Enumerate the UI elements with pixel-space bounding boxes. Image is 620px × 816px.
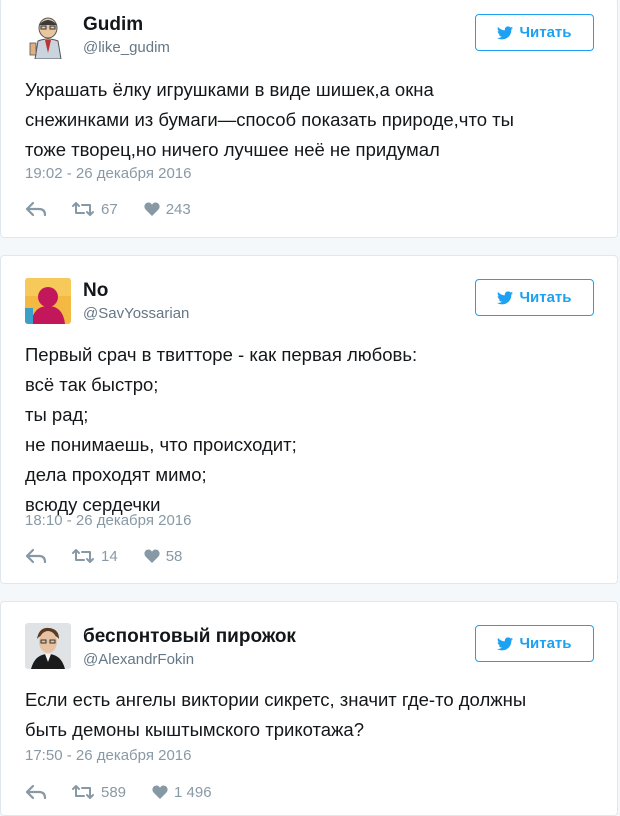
like-button[interactable]: 243 <box>144 201 191 218</box>
tweet-timestamp[interactable]: 19:02 - 26 декабря 2016 <box>25 165 191 182</box>
follow-button-label: Читать <box>519 24 572 41</box>
tweet-actions: 14 58 <box>25 545 182 567</box>
author-handle[interactable]: @like_gudim <box>83 39 170 56</box>
avatar-photo-image <box>25 623 71 669</box>
author-name[interactable]: беспонтовый пирожок <box>83 626 296 648</box>
retweet-button[interactable]: 14 <box>71 548 118 565</box>
avatar[interactable] <box>25 623 71 669</box>
like-button[interactable]: 1 496 <box>152 784 212 801</box>
like-count: 243 <box>165 200 191 218</box>
retweet-icon <box>72 549 94 563</box>
twitter-bird-icon <box>497 290 514 304</box>
author-name[interactable]: Gudim <box>83 14 143 36</box>
reply-button[interactable] <box>25 201 47 217</box>
tweet-feed: Gudim @like_gudim Читать Украшать ёлку и… <box>0 0 620 816</box>
reply-icon <box>25 201 47 217</box>
author-handle[interactable]: @SavYossarian <box>83 305 189 322</box>
author-name[interactable]: No <box>83 280 108 302</box>
heart-icon <box>144 549 160 563</box>
tweet-text-line: тоже творец,но ничего лучшее неё не прид… <box>25 139 440 160</box>
tweet-card: No @SavYossarian Читать Первый срач в тв… <box>0 255 618 584</box>
like-button[interactable]: 58 <box>144 547 183 565</box>
tweet-actions: 67 243 <box>25 198 191 220</box>
retweet-count: 14 <box>101 547 118 565</box>
tweet-text-line: не понимаешь, что происходит; <box>25 434 297 455</box>
like-count: 1 496 <box>174 783 212 801</box>
reply-icon <box>25 548 47 564</box>
heart-icon <box>152 785 168 799</box>
tweet-text-line: снежинками из бумаги—способ показать при… <box>25 109 514 130</box>
retweet-icon <box>72 202 94 216</box>
reply-icon <box>25 784 47 800</box>
follow-button-label: Читать <box>519 289 572 306</box>
reply-button[interactable] <box>25 784 47 800</box>
tweet-timestamp[interactable]: 18:10 - 26 декабря 2016 <box>25 512 191 529</box>
tweet-text-line: быть демоны кыштымского трикотажа? <box>25 719 365 740</box>
tweet-card: Gudim @like_gudim Читать Украшать ёлку и… <box>0 0 618 238</box>
tweet-text: Первый срач в твитторе - как первая любо… <box>25 340 597 520</box>
avatar[interactable] <box>25 278 71 324</box>
tweet-text-line: Если есть ангелы виктории сикретс, значи… <box>25 689 527 710</box>
retweet-count: 589 <box>101 783 127 801</box>
twitter-bird-icon <box>497 636 514 650</box>
retweet-icon <box>72 785 94 799</box>
tweet-actions: 589 1 496 <box>25 781 212 803</box>
follow-button[interactable]: Читать <box>475 14 594 51</box>
like-count: 58 <box>165 547 183 565</box>
avatar[interactable] <box>25 13 71 59</box>
tweet-text-line: дела проходят мимо; <box>25 464 207 485</box>
tweet-timestamp[interactable]: 17:50 - 26 декабря 2016 <box>25 747 191 764</box>
tweet-text: Если есть ангелы виктории сикретс, значи… <box>25 685 597 745</box>
tweet-text: Украшать ёлку игрушками в виде шишек,а о… <box>25 75 597 165</box>
retweet-button[interactable]: 589 <box>71 784 126 801</box>
retweet-count: 67 <box>101 200 118 218</box>
tweet-text-line: Первый срач в твитторе - как первая любо… <box>25 344 418 365</box>
heart-icon <box>144 202 160 216</box>
follow-button[interactable]: Читать <box>475 279 594 316</box>
retweet-button[interactable]: 67 <box>71 201 118 218</box>
tweet-text-line: всё так быстро; <box>25 374 159 395</box>
reply-button[interactable] <box>25 548 47 564</box>
tweet-text-line: ты рад; <box>25 404 89 425</box>
follow-button[interactable]: Читать <box>475 625 594 662</box>
tweet-text-line: Украшать ёлку игрушками в виде шишек,а о… <box>25 79 434 100</box>
twitter-bird-icon <box>497 25 514 39</box>
avatar-abstract-image <box>25 278 71 324</box>
avatar-cartoon-image <box>25 13 71 59</box>
tweet-card: беспонтовый пирожок @AlexandrFokin Читат… <box>0 601 618 816</box>
author-handle[interactable]: @AlexandrFokin <box>83 651 194 668</box>
follow-button-label: Читать <box>519 635 572 652</box>
